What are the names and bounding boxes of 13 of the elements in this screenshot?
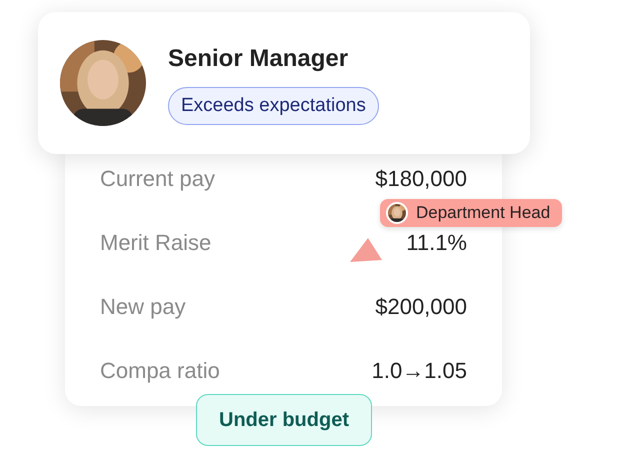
job-title: Senior Manager: [168, 44, 348, 74]
row-label: Merit Raise: [100, 230, 212, 256]
status-badge: Under budget: [196, 394, 372, 446]
row-value: 11.1%: [406, 230, 467, 256]
row-value: $200,000: [375, 294, 467, 320]
row-value: 1.0→1.05: [372, 358, 467, 384]
tag-label: Department Head: [416, 202, 550, 224]
pointer-icon: [350, 238, 382, 262]
row-label: Current pay: [100, 166, 215, 192]
row-label: New pay: [100, 294, 186, 320]
rating-badge: Exceeds expectations: [168, 86, 379, 126]
row-label: Compa ratio: [100, 358, 220, 384]
row-value: $180,000: [375, 166, 467, 192]
